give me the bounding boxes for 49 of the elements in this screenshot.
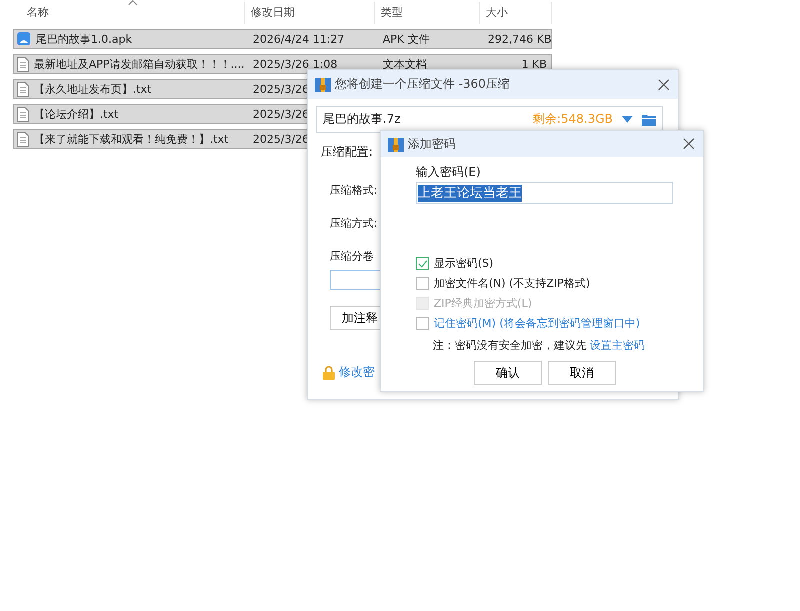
dropdown-caret-icon[interactable] (622, 116, 633, 123)
option-label[interactable]: 显示密码(S) (434, 256, 494, 271)
modified-date: 2025/3/26 1:08 (253, 58, 338, 70)
app-icon (17, 32, 31, 46)
document-icon (17, 56, 29, 72)
document-icon (17, 82, 29, 96)
file-name: 尾巴的故事1.0.apk (36, 32, 132, 46)
option-label[interactable]: 记住密码(M) (将会备忘到密码管理窗口中) (434, 316, 640, 331)
file-name: 最新地址及APP请发邮箱自动获取！！！.... (34, 56, 245, 72)
column-header[interactable]: 名称 (0, 2, 245, 24)
note-text: 注：密码没有安全加密，建议先 (433, 338, 587, 353)
password-field[interactable]: 上老王论坛当老王 (416, 182, 673, 204)
modified-date: 2025/3/26 (253, 132, 310, 146)
file-type: 文本文档 (382, 56, 428, 72)
sort-caret-icon (128, 0, 138, 6)
file-name: 【论坛介绍】.txt (34, 106, 119, 122)
document-icon (17, 132, 29, 146)
file-name: 【永久地址发布页】.txt (34, 82, 152, 96)
checkbox[interactable] (416, 317, 429, 330)
master-password-link[interactable]: 设置主密码 (590, 338, 645, 353)
folder-icon[interactable] (642, 114, 656, 126)
option-label[interactable]: 加密文件名(N) (不支持ZIP格式) (434, 276, 590, 291)
format-label: 压缩格式: (330, 183, 378, 198)
archive-icon (388, 136, 404, 152)
column-header[interactable]: 类型 (375, 2, 480, 24)
password-label: 输入密码(E) (416, 164, 482, 181)
modified-date: 2025/3/26 (253, 108, 310, 120)
close-icon[interactable] (683, 138, 695, 150)
file-name: 【来了就能下载和观看！纯免费！】.txt (34, 132, 229, 146)
modified-date: 2025/3/26 (253, 82, 310, 96)
checkbox[interactable] (416, 257, 429, 270)
column-header[interactable]: 修改日期 (245, 2, 375, 24)
split-label: 压缩分卷 (330, 249, 374, 264)
change-password-link[interactable]: 修改密 (339, 364, 375, 381)
column-header[interactable]: 大小 (480, 2, 552, 24)
method-label: 压缩方式: (330, 216, 378, 231)
file-row[interactable]: 尾巴的故事1.0.apk 2026/4/24 11:27 APK 文件 292,746 KB (13, 29, 552, 49)
archive-icon (315, 77, 331, 92)
close-icon[interactable] (658, 78, 670, 90)
modified-date: 2026/4/24 11:27 (253, 32, 345, 46)
dialog-button[interactable]: 取消 (548, 361, 616, 385)
dialog-button[interactable]: 确认 (474, 361, 542, 385)
file-type: APK 文件 (382, 32, 431, 46)
dialog-title: 您将创建一个压缩文件 -360压缩 (335, 76, 510, 93)
file-size: 1 KB (520, 58, 548, 70)
file-size: 292,746 KB (487, 32, 550, 46)
document-icon (17, 106, 29, 122)
checkbox[interactable] (416, 277, 429, 290)
lock-icon (323, 366, 335, 380)
